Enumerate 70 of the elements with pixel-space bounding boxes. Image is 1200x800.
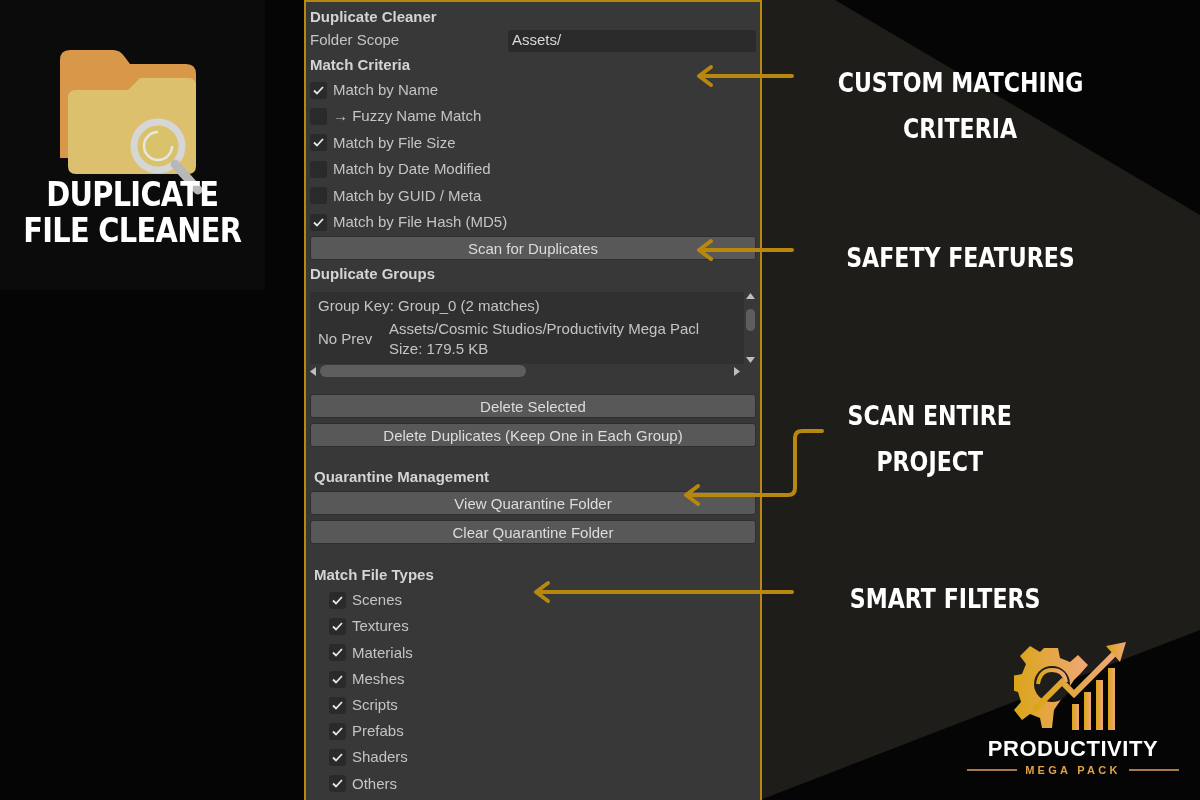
checkbox-label: Textures bbox=[352, 616, 409, 637]
checkmark-icon bbox=[332, 700, 343, 710]
callout-text: CRITERIA bbox=[903, 113, 1017, 146]
section-heading: Match Criteria bbox=[310, 55, 412, 75]
callout-text: SMART FILTERS bbox=[849, 583, 1041, 616]
checkbox-label: Match by Date Modified bbox=[333, 159, 491, 180]
checkbox-label: Match by File Hash (MD5) bbox=[333, 211, 508, 232]
scroll-thumb[interactable] bbox=[745, 309, 755, 332]
product-title: FILE CLEANER bbox=[23, 212, 242, 248]
checkbox[interactable] bbox=[310, 213, 327, 231]
callout-text: PROJECT bbox=[876, 446, 984, 479]
checkmark-icon bbox=[332, 674, 343, 684]
preview-label: No Prev bbox=[318, 328, 374, 349]
file-size: Size: 179.5 KB bbox=[389, 339, 490, 360]
checkmark-icon bbox=[332, 595, 343, 605]
checkbox[interactable] bbox=[329, 749, 346, 767]
panel-button[interactable]: View Quarantine Folder bbox=[310, 491, 756, 516]
panel-button[interactable]: Delete Duplicates (Keep One in Each Group) bbox=[310, 423, 756, 448]
checkmark-icon bbox=[332, 648, 343, 658]
scroll-right-icon[interactable] bbox=[734, 366, 740, 376]
file-path: Assets/Cosmic Studios/Productivity Mega Pacl bbox=[389, 319, 700, 340]
panel-title: Duplicate Cleaner bbox=[310, 7, 438, 27]
scroll-thumb[interactable] bbox=[320, 365, 526, 378]
checkbox[interactable] bbox=[329, 591, 346, 609]
scroll-down-icon[interactable] bbox=[745, 357, 755, 364]
checkmark-icon bbox=[313, 85, 324, 95]
checkbox[interactable] bbox=[310, 134, 327, 152]
checkmark-icon bbox=[332, 726, 343, 736]
checkbox-label: Meshes bbox=[352, 668, 405, 689]
checkbox[interactable] bbox=[329, 618, 346, 636]
checkmark-icon bbox=[313, 138, 324, 148]
panel-button[interactable]: Delete Selected bbox=[310, 394, 756, 419]
vertical-scrollbar[interactable] bbox=[744, 292, 756, 365]
checkmark-icon bbox=[313, 217, 324, 227]
panel-button[interactable]: Clear Quarantine Folder bbox=[310, 520, 756, 545]
callout-text: CUSTOM MATCHING bbox=[837, 67, 1083, 100]
checkbox[interactable] bbox=[310, 81, 327, 99]
checkbox[interactable] bbox=[329, 722, 346, 740]
checkbox-label: Scripts bbox=[352, 694, 398, 715]
checkbox-label: → Fuzzy Name Match bbox=[333, 106, 482, 127]
checkmark-icon bbox=[332, 779, 343, 789]
checkbox-label: Prefabs bbox=[352, 721, 404, 742]
section-heading: Match File Types bbox=[313, 565, 435, 586]
panel-button[interactable]: Scan for Duplicates bbox=[310, 236, 756, 261]
folder-scope-field[interactable]: Assets/ bbox=[508, 29, 756, 52]
group-key: Group Key: Group_0 (2 matches) bbox=[318, 294, 736, 319]
checkbox-label: Match by GUID / Meta bbox=[333, 185, 482, 206]
product-title: DUPLICATE bbox=[46, 176, 219, 212]
checkbox-label: Match by File Size bbox=[333, 132, 456, 153]
brand-subtitle: MEGA PACK bbox=[1025, 763, 1121, 778]
checkbox-label: Others bbox=[352, 773, 397, 794]
checkmark-icon bbox=[332, 753, 343, 763]
checkbox-label: Match by Name bbox=[333, 79, 439, 100]
callout-text: SCAN ENTIRE bbox=[847, 400, 1013, 433]
field-label: Folder Scope bbox=[310, 30, 401, 51]
checkbox-label: Materials bbox=[352, 642, 413, 663]
checkbox-label: Shaders bbox=[352, 747, 408, 768]
section-heading: Duplicate Groups bbox=[310, 264, 437, 285]
scroll-left-icon[interactable] bbox=[310, 366, 316, 376]
brand-name: PRODUCTIVITY bbox=[987, 736, 1159, 762]
horizontal-scrollbar[interactable] bbox=[310, 364, 740, 379]
checkbox[interactable] bbox=[329, 775, 346, 793]
scroll-up-icon[interactable] bbox=[745, 293, 755, 300]
section-heading: Quarantine Management bbox=[313, 467, 491, 488]
callout-text: SAFETY FEATURES bbox=[845, 242, 1075, 275]
checkbox-label: Scenes bbox=[352, 590, 403, 611]
checkbox[interactable] bbox=[329, 644, 346, 662]
checkbox[interactable] bbox=[329, 670, 346, 688]
checkbox[interactable] bbox=[329, 696, 346, 714]
checkmark-icon bbox=[332, 622, 343, 632]
